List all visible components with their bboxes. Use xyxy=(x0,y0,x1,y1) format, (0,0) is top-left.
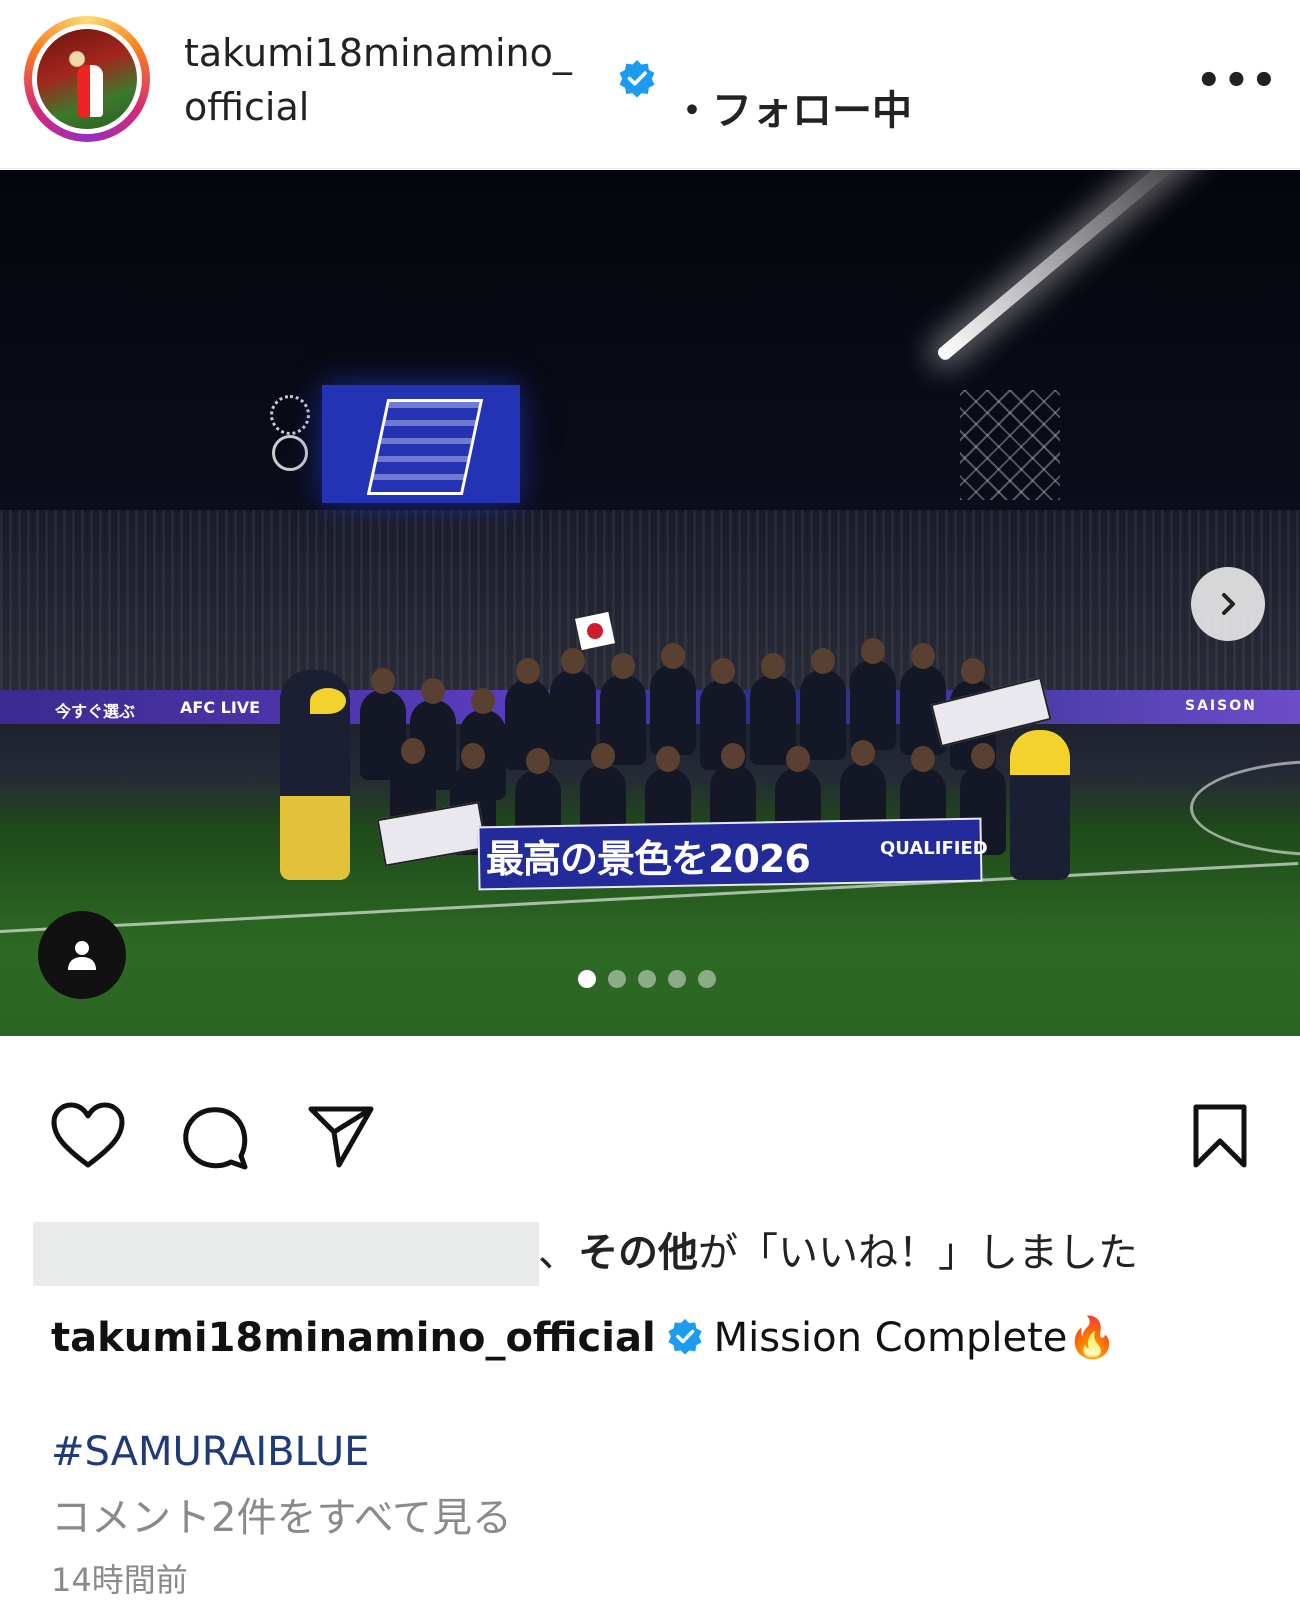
light-tower xyxy=(960,390,1060,500)
like-button[interactable] xyxy=(48,1096,128,1176)
comment-icon xyxy=(183,1107,248,1170)
carousel-dot xyxy=(638,970,656,988)
ad-board-text-middle: AFC LIVE xyxy=(180,698,261,717)
follow-status-button[interactable]: ・フォロー中 xyxy=(672,78,912,136)
user-tag-icon xyxy=(68,941,96,970)
stadium-timer xyxy=(272,435,308,471)
more-options-icon[interactable]: ••• xyxy=(1196,58,1279,104)
post-photo[interactable]: 今すぐ選ぶ AFC LIVE SAISON 最高の景色を2026 QUALIFI… xyxy=(0,170,1300,1036)
username-line-2: official xyxy=(184,85,310,129)
player xyxy=(800,648,846,760)
carousel-dot xyxy=(698,970,716,988)
liker-name-redacted xyxy=(33,1222,539,1286)
comment-button[interactable] xyxy=(175,1096,255,1176)
username-link[interactable]: takumi18minamino_ official xyxy=(184,26,604,134)
verified-badge-icon xyxy=(619,60,655,98)
stadium-clock xyxy=(270,395,310,435)
carousel-next-button[interactable] xyxy=(1191,567,1265,641)
bookmark-icon xyxy=(1193,1104,1247,1168)
save-button[interactable] xyxy=(1180,1096,1260,1176)
tagged-users-button[interactable] xyxy=(38,911,126,999)
story-avatar[interactable] xyxy=(24,16,150,142)
likes-liked-text: が「いいね！」しました xyxy=(698,1230,1138,1276)
caption-text: Mission Complete🔥 xyxy=(713,1315,1118,1361)
likes-summary[interactable]: 、その他が「いいね！」しました xyxy=(538,1224,1138,1282)
caption-username[interactable]: takumi18minamino_official xyxy=(51,1315,656,1361)
post-header: takumi18minamino_ official ・フォロー中 ••• xyxy=(0,0,1300,169)
verified-badge-icon xyxy=(668,1318,702,1355)
chevron-right-icon xyxy=(1222,593,1235,615)
view-all-comments-link[interactable]: コメント2件をすべて見る xyxy=(51,1490,512,1546)
banner-qualified-text: QUALIFIED xyxy=(880,838,988,859)
floodlight xyxy=(935,170,1198,363)
likes-others-link[interactable]: その他 xyxy=(578,1230,698,1276)
carousel-dot xyxy=(668,970,686,988)
scoreboard-logo xyxy=(366,399,484,495)
mascot-left-beak xyxy=(310,688,346,714)
carousel-dot xyxy=(578,970,596,988)
post-caption: takumi18minamino_official Mission Complet… xyxy=(51,1310,1117,1366)
hashtag-link[interactable]: #SAMURAIBLUE xyxy=(51,1424,369,1480)
pitch-arc xyxy=(1190,760,1300,856)
banner-main-text: 最高の景色を2026 xyxy=(486,837,811,881)
avatar[interactable] xyxy=(32,24,142,134)
ad-board-text-right: SAISON xyxy=(1185,698,1257,714)
carousel-dot xyxy=(608,970,626,988)
scoreboard-screen xyxy=(322,385,520,503)
likes-separator: 、 xyxy=(538,1230,578,1276)
mascot-right xyxy=(1010,730,1070,880)
player xyxy=(850,638,896,750)
avatar-photo xyxy=(37,29,137,129)
player xyxy=(650,643,696,755)
heart-icon xyxy=(51,1102,125,1168)
avatar-player-figure xyxy=(77,65,103,117)
send-icon xyxy=(308,1106,374,1168)
ad-board-text-left: 今すぐ選ぶ xyxy=(55,702,136,721)
username-line-1: takumi18minamino_ xyxy=(184,31,572,75)
carousel-indicator xyxy=(578,970,716,988)
player xyxy=(550,648,596,760)
post-timestamp: 14時間前 xyxy=(51,1561,188,1599)
share-button[interactable] xyxy=(301,1096,381,1176)
